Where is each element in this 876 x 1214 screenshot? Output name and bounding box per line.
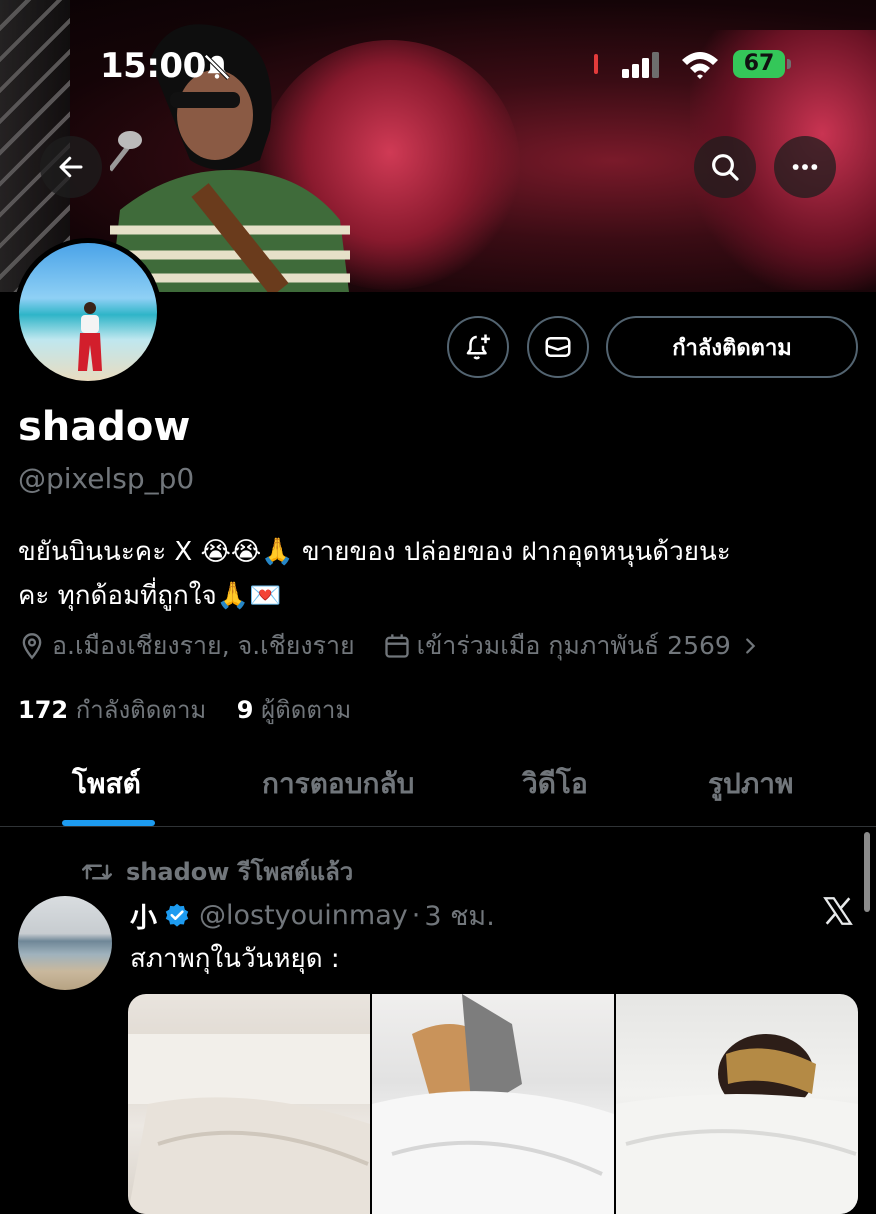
profile-avatar[interactable] [14, 238, 162, 386]
profile-bio: ขยันบินนะคะ X 😭😭🙏 ขายของ ปล่อยของ ฝากอุด… [18, 530, 868, 618]
profile-display-name: shadow [18, 404, 191, 450]
status-bar: 15:00 67 [0, 44, 876, 88]
more-button[interactable] [774, 136, 836, 198]
profile-tabs: โพสต์ การตอบกลับ วิดีโอ รูปภาพ [0, 748, 876, 827]
post-image-2[interactable] [372, 994, 614, 1214]
verified-badge-icon [165, 903, 189, 927]
battery-indicator: 67 [733, 50, 793, 80]
profile-handle: @pixelsp_p0 [18, 462, 195, 495]
post-image-1[interactable] [128, 994, 370, 1214]
followers-link[interactable]: 9 ผู้ติดตาม [237, 696, 351, 724]
repost-indicator[interactable]: shadow รีโพสต์แล้ว [82, 852, 353, 891]
battery-level: 67 [733, 50, 785, 78]
avatar-person [78, 302, 102, 371]
search-icon [712, 154, 739, 181]
repost-icon [82, 864, 112, 879]
more-icon [792, 164, 818, 170]
message-button[interactable] [527, 316, 589, 378]
follow-counts: 172 กำลังติดตาม 9 ผู้ติดตาม [18, 690, 351, 729]
arrow-left-icon [59, 156, 83, 178]
back-button[interactable] [40, 136, 102, 198]
scrollbar[interactable] [864, 832, 870, 912]
envelope-icon [545, 337, 571, 357]
post-image-3[interactable] [616, 994, 858, 1214]
tab-posts[interactable]: โพสต์ [72, 762, 141, 806]
post-author-avatar[interactable] [18, 896, 112, 990]
tab-videos[interactable]: วิดีโอ [522, 762, 588, 806]
wifi-icon [682, 52, 718, 79]
followers-label: ผู้ติดตาม [261, 696, 352, 724]
bio-line-1: ขยันบินนะคะ X 😭😭🙏 ขายของ ปล่อยของ ฝากอุด… [18, 537, 731, 567]
following-link[interactable]: 172 กำลังติดตาม [18, 696, 206, 724]
followers-count: 9 [236, 696, 254, 724]
search-button[interactable] [694, 136, 756, 198]
battery-tip [787, 59, 791, 69]
location-pin-icon [22, 633, 42, 660]
following-button[interactable]: กำลังติดตาม [606, 316, 858, 378]
tab-photos[interactable]: รูปภาพ [708, 762, 793, 806]
repost-label: shadow รีโพสต์แล้ว [126, 858, 354, 886]
silent-mode-icon [204, 54, 230, 80]
post-header: 小 @lostyouinmay · 3 ชม. [130, 894, 495, 937]
post-text: สภาพกุในวันหยุด : [130, 944, 340, 974]
bell-plus-icon [466, 334, 490, 360]
following-label: กำลังติดตาม [75, 696, 207, 724]
chevron-right-icon[interactable] [739, 635, 761, 657]
post-author-name[interactable]: 小 [130, 896, 157, 935]
tab-replies[interactable]: การตอบกลับ [262, 762, 414, 806]
post-media-grid[interactable] [128, 994, 858, 1214]
post-time: 3 ชม. [424, 901, 495, 932]
bio-line-2: คะ ทุกด้อมที่ถูกใจ🙏💌 [18, 581, 282, 611]
profile-joined: เข้าร่วมเมือ กุมภาพันธ์ 2569 [416, 631, 731, 660]
cellular-signal-icon [622, 52, 659, 78]
active-tab-indicator [62, 820, 155, 826]
post-separator: · [411, 900, 421, 931]
calendar-icon [385, 634, 409, 658]
recording-indicator [594, 54, 598, 74]
profile-location: อ.เมืองเชียงราย, จ.เชียงราย [52, 631, 355, 660]
notify-button[interactable] [447, 316, 509, 378]
post-author-handle[interactable]: @lostyouinmay [199, 900, 408, 931]
following-count: 172 [18, 696, 69, 724]
profile-meta: อ.เมืองเชียงราย, จ.เชียงราย เข้าร่วมเมือ… [18, 626, 761, 666]
status-time: 15:00 [100, 46, 206, 86]
x-logo-icon [823, 897, 853, 925]
